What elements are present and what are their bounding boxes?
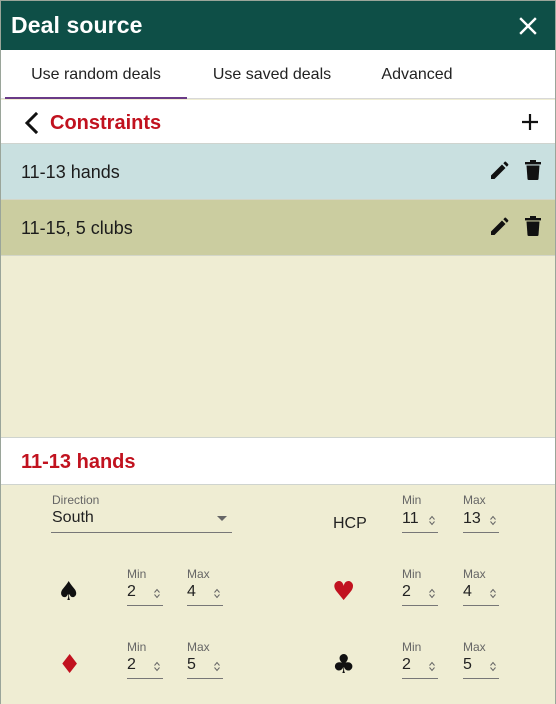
diamonds-min-label: Min <box>127 640 147 654</box>
spinner-icon[interactable] <box>428 515 436 526</box>
direction-value: South <box>52 509 94 526</box>
clubs-min-value: 2 <box>402 656 411 673</box>
direction-label: Direction <box>52 493 100 507</box>
diamonds-max-value: 5 <box>187 656 196 673</box>
hearts-min-input[interactable]: 2 <box>402 580 438 606</box>
clubs-min-input[interactable]: 2 <box>402 653 438 679</box>
title-bar: Deal source <box>1 1 555 50</box>
spinner-icon[interactable] <box>428 661 436 672</box>
trash-icon[interactable] <box>523 215 543 237</box>
spades-min-value: 2 <box>127 583 136 600</box>
tab-use-saved-deals[interactable]: Use saved deals <box>187 50 357 99</box>
spinner-icon[interactable] <box>428 588 436 599</box>
club-icon: ♣ <box>332 650 356 680</box>
chevron-left-icon[interactable] <box>21 111 43 135</box>
spade-icon: ♠ <box>57 577 81 607</box>
constraint-editor: Direction South HCP Min 11 Max 13 ♠ Min … <box>1 485 555 704</box>
constraints-list-empty-area <box>1 256 555 437</box>
clubs-max-label: Max <box>463 640 486 654</box>
hearts-max-label: Max <box>463 567 486 581</box>
hcp-label: HCP <box>333 515 367 532</box>
constraint-item-label: 11-13 hands <box>21 162 120 182</box>
clubs-max-input[interactable]: 5 <box>463 653 499 679</box>
spades-max-input[interactable]: 4 <box>187 580 223 606</box>
hcp-min-label: Min <box>402 493 422 507</box>
clubs-max-value: 5 <box>463 656 472 673</box>
heart-icon: ♥ <box>332 577 356 607</box>
hcp-max-value: 13 <box>463 510 481 527</box>
constraints-header: Constraints <box>1 100 555 144</box>
spinner-icon[interactable] <box>213 661 221 672</box>
editor-title: 11-13 hands <box>21 451 136 473</box>
constraint-item[interactable]: 11-15, 5 clubs <box>1 200 555 256</box>
spades-max-value: 4 <box>187 583 196 600</box>
hearts-min-value: 2 <box>402 583 411 600</box>
editor-header: 11-13 hands <box>1 437 555 485</box>
dialog-title: Deal source <box>11 12 143 38</box>
diamond-icon: ♦ <box>58 650 82 680</box>
spinner-icon[interactable] <box>153 588 161 599</box>
close-icon[interactable] <box>515 13 541 39</box>
hcp-max-input[interactable]: 13 <box>463 507 499 533</box>
constraint-item[interactable]: 11-13 hands <box>1 144 555 200</box>
diamonds-max-input[interactable]: 5 <box>187 653 223 679</box>
trash-icon[interactable] <box>523 159 543 181</box>
tab-use-random-deals[interactable]: Use random deals <box>5 50 187 99</box>
hcp-max-label: Max <box>463 493 486 507</box>
pencil-icon[interactable] <box>488 160 510 182</box>
spinner-icon[interactable] <box>213 588 221 599</box>
hcp-min-value: 11 <box>402 510 419 527</box>
pencil-icon[interactable] <box>488 216 510 238</box>
clubs-min-label: Min <box>402 640 422 654</box>
diamonds-min-value: 2 <box>127 656 136 673</box>
spinner-icon[interactable] <box>489 515 497 526</box>
tab-bar: Use random deals Use saved deals Advance… <box>1 50 555 99</box>
direction-select[interactable]: South <box>51 507 232 533</box>
spades-max-label: Max <box>187 567 210 581</box>
plus-icon[interactable] <box>519 111 541 133</box>
diamonds-max-label: Max <box>187 640 210 654</box>
spades-min-input[interactable]: 2 <box>127 580 163 606</box>
diamonds-min-input[interactable]: 2 <box>127 653 163 679</box>
spinner-icon[interactable] <box>153 661 161 672</box>
spinner-icon[interactable] <box>489 588 497 599</box>
constraint-item-label: 11-15, 5 clubs <box>21 218 133 238</box>
hearts-min-label: Min <box>402 567 422 581</box>
tab-advanced[interactable]: Advanced <box>357 50 477 99</box>
deal-source-dialog: Deal source Use random deals Use saved d… <box>0 0 556 704</box>
constraints-title: Constraints <box>50 112 162 134</box>
spades-min-label: Min <box>127 567 147 581</box>
hcp-min-input[interactable]: 11 <box>402 507 438 533</box>
hearts-max-value: 4 <box>463 583 472 600</box>
caret-down-icon <box>217 516 227 521</box>
hearts-max-input[interactable]: 4 <box>463 580 499 606</box>
spinner-icon[interactable] <box>489 661 497 672</box>
